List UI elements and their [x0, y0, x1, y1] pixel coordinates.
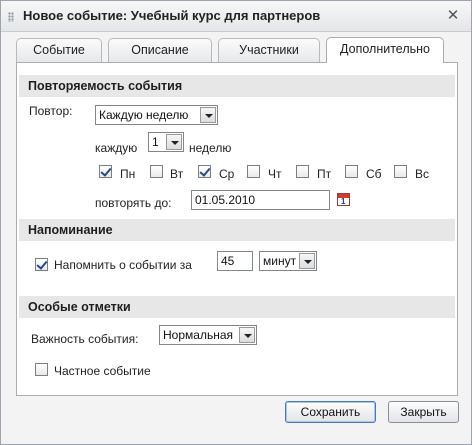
repeat-until-date-input[interactable]: 01.05.2010	[191, 190, 330, 210]
close-icon[interactable]: ✕	[445, 7, 461, 23]
day-checkbox-fri[interactable]	[296, 165, 309, 178]
repeat-until-label: повторять до:	[95, 196, 172, 210]
day-label-sat: Сб	[366, 167, 382, 181]
day-checkbox-sun[interactable]	[394, 165, 407, 178]
title-bar[interactable]: Новое событие: Учебный курс для партнеро…	[1, 1, 471, 32]
tab-panel-additional: Повторяемость события Повтор: Каждую нед…	[16, 62, 458, 396]
day-label-thu: Чт	[268, 167, 282, 181]
private-event-checkbox[interactable]	[35, 363, 48, 376]
event-dialog: Новое событие: Учебный курс для партнеро…	[0, 0, 472, 445]
day-label-wed: Ср	[219, 167, 235, 181]
day-label-tue: Вт	[170, 167, 184, 181]
week-label: неделю	[189, 141, 232, 155]
repeat-select[interactable]: Каждую неделю	[95, 105, 218, 125]
tab-event[interactable]: Событие	[16, 38, 102, 62]
reminder-label: Напомнить о событии за	[54, 258, 192, 272]
day-label-mon: Пн	[120, 167, 136, 181]
drag-grip-icon[interactable]	[8, 12, 14, 22]
day-checkbox-thu[interactable]	[247, 165, 260, 178]
tab-description[interactable]: Описание	[108, 38, 212, 62]
tab-participants[interactable]: Участники	[218, 38, 320, 62]
special-section-header: Особые отметки	[19, 296, 455, 318]
chevron-down-icon	[200, 107, 216, 123]
interval-select-value: 1	[152, 135, 159, 149]
repeat-label: Повтор:	[29, 104, 73, 118]
importance-label: Важность события:	[31, 332, 139, 346]
day-label-fri: Пт	[317, 167, 332, 181]
calendar-icon[interactable]: 1	[337, 193, 350, 206]
reminder-unit-select[interactable]: минут	[259, 251, 317, 271]
importance-select[interactable]: Нормальная	[159, 325, 257, 345]
importance-select-value: Нормальная	[163, 328, 233, 342]
day-checkbox-sat[interactable]	[345, 165, 358, 178]
reminder-amount-input[interactable]: 45	[217, 251, 253, 271]
reminder-section-header: Напоминание	[19, 219, 455, 241]
every-label: каждую	[95, 141, 138, 155]
tab-additional[interactable]: Дополнительно	[326, 37, 444, 63]
reminder-checkbox[interactable]	[35, 258, 48, 271]
day-label-sun: Вс	[415, 167, 430, 181]
save-button[interactable]: Сохранить	[285, 401, 376, 423]
day-checkbox-tue[interactable]	[150, 165, 163, 178]
day-checkbox-wed[interactable]	[198, 165, 211, 178]
private-event-label: Частное событие	[54, 364, 151, 378]
reminder-unit-value: минут	[263, 254, 297, 268]
interval-select[interactable]: 1	[148, 132, 184, 152]
chevron-down-icon	[239, 327, 255, 343]
close-button[interactable]: Закрыть	[388, 401, 459, 423]
day-checkbox-mon[interactable]	[99, 165, 112, 178]
chevron-down-icon	[299, 253, 315, 269]
repeat-select-value: Каждую неделю	[99, 108, 189, 122]
recurrence-section-header: Повторяемость события	[19, 75, 455, 97]
chevron-down-icon	[166, 134, 182, 150]
dialog-title: Новое событие: Учебный курс для партнеро…	[23, 8, 321, 23]
